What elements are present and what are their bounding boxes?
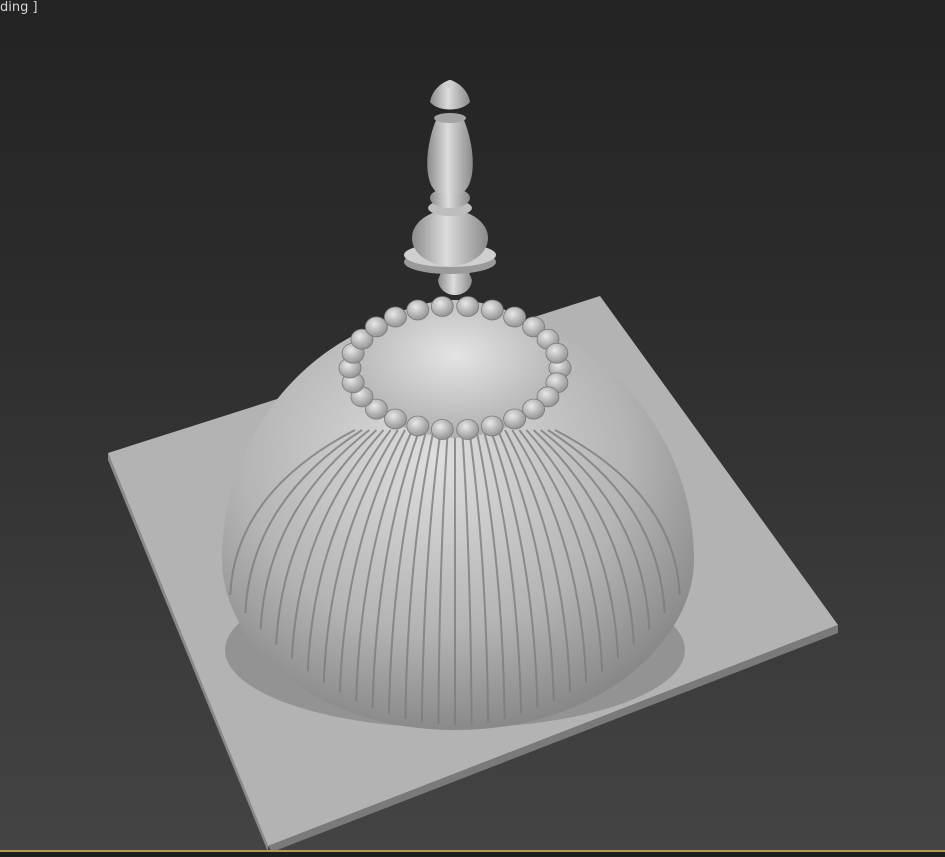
finial-spire[interactable] xyxy=(404,80,496,295)
bead-ring[interactable] xyxy=(338,296,572,440)
bead xyxy=(503,408,526,430)
bead xyxy=(545,342,569,364)
bead xyxy=(480,415,504,437)
viewport-active-border xyxy=(0,850,945,857)
bead xyxy=(456,419,480,440)
bead xyxy=(522,398,545,420)
bead xyxy=(406,415,430,437)
bead xyxy=(406,299,430,321)
perspective-viewport[interactable]: ding ] xyxy=(0,0,945,857)
bead xyxy=(383,408,407,430)
bead xyxy=(480,299,504,321)
bead xyxy=(503,306,526,328)
bead xyxy=(430,296,454,317)
bead xyxy=(430,419,454,440)
scene-render xyxy=(108,80,838,852)
bead xyxy=(383,306,407,328)
bead xyxy=(456,296,480,317)
bead xyxy=(364,316,388,338)
